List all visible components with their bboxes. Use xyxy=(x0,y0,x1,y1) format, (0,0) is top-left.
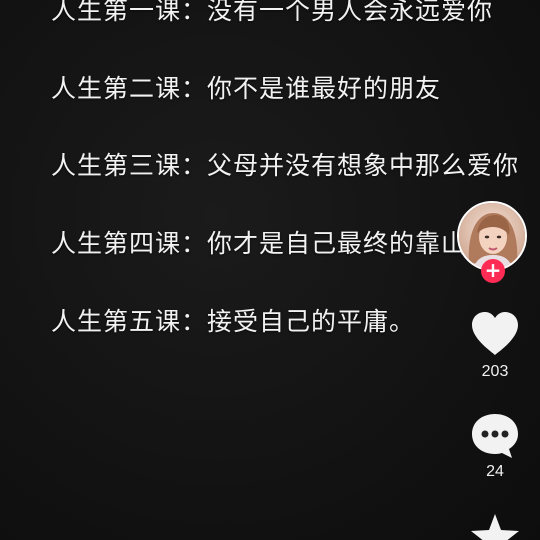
comment-bubble-icon[interactable] xyxy=(470,412,520,460)
like-count: 203 xyxy=(481,363,509,380)
creator-avatar-group: + xyxy=(457,201,529,283)
heart-icon[interactable] xyxy=(470,311,520,357)
caption-lesson-4: 人生第四课：你才是自己最终的靠山 xyxy=(51,229,468,258)
caption-lesson-3: 人生第三课：父母并没有想象中那么爱你 xyxy=(51,151,520,180)
video-screen[interactable]: 人生第一课：没有一个男人会永远爱你 人生第二课：你不是谁最好的朋友 人生第三课：… xyxy=(0,0,540,540)
follow-plus-button[interactable]: + xyxy=(481,259,505,283)
caption-lesson-2: 人生第二课：你不是谁最好的朋友 xyxy=(51,74,442,103)
star-icon[interactable] xyxy=(468,512,522,540)
caption-lesson-5: 人生第五课：接受自己的平庸。 xyxy=(51,307,416,336)
caption-lesson-1: 人生第一课：没有一个男人会永远爱你 xyxy=(51,0,494,25)
comment-count: 24 xyxy=(486,463,504,480)
